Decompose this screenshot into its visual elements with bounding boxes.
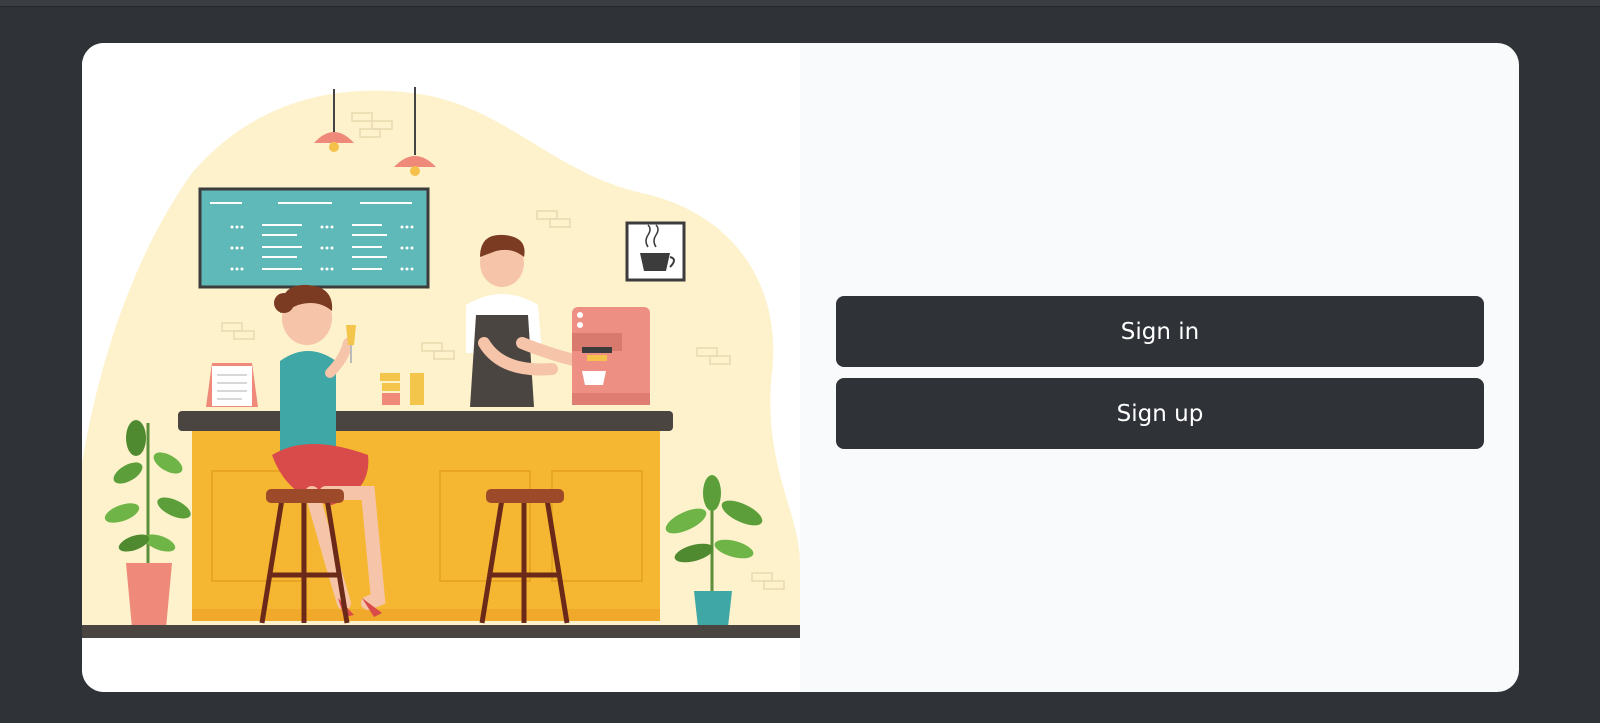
auth-card: Sign in Sign up (82, 43, 1519, 692)
coffee-cup-frame (625, 221, 686, 282)
sign-in-button[interactable]: Sign in (836, 296, 1484, 367)
menu-card (206, 363, 258, 407)
cafe-illustration (82, 43, 800, 692)
sign-up-button[interactable]: Sign up (836, 378, 1484, 449)
window-top-border (0, 0, 1600, 7)
menu-board (198, 187, 430, 289)
coffee-machine (572, 307, 650, 405)
auth-actions: Sign in Sign up (836, 296, 1484, 449)
